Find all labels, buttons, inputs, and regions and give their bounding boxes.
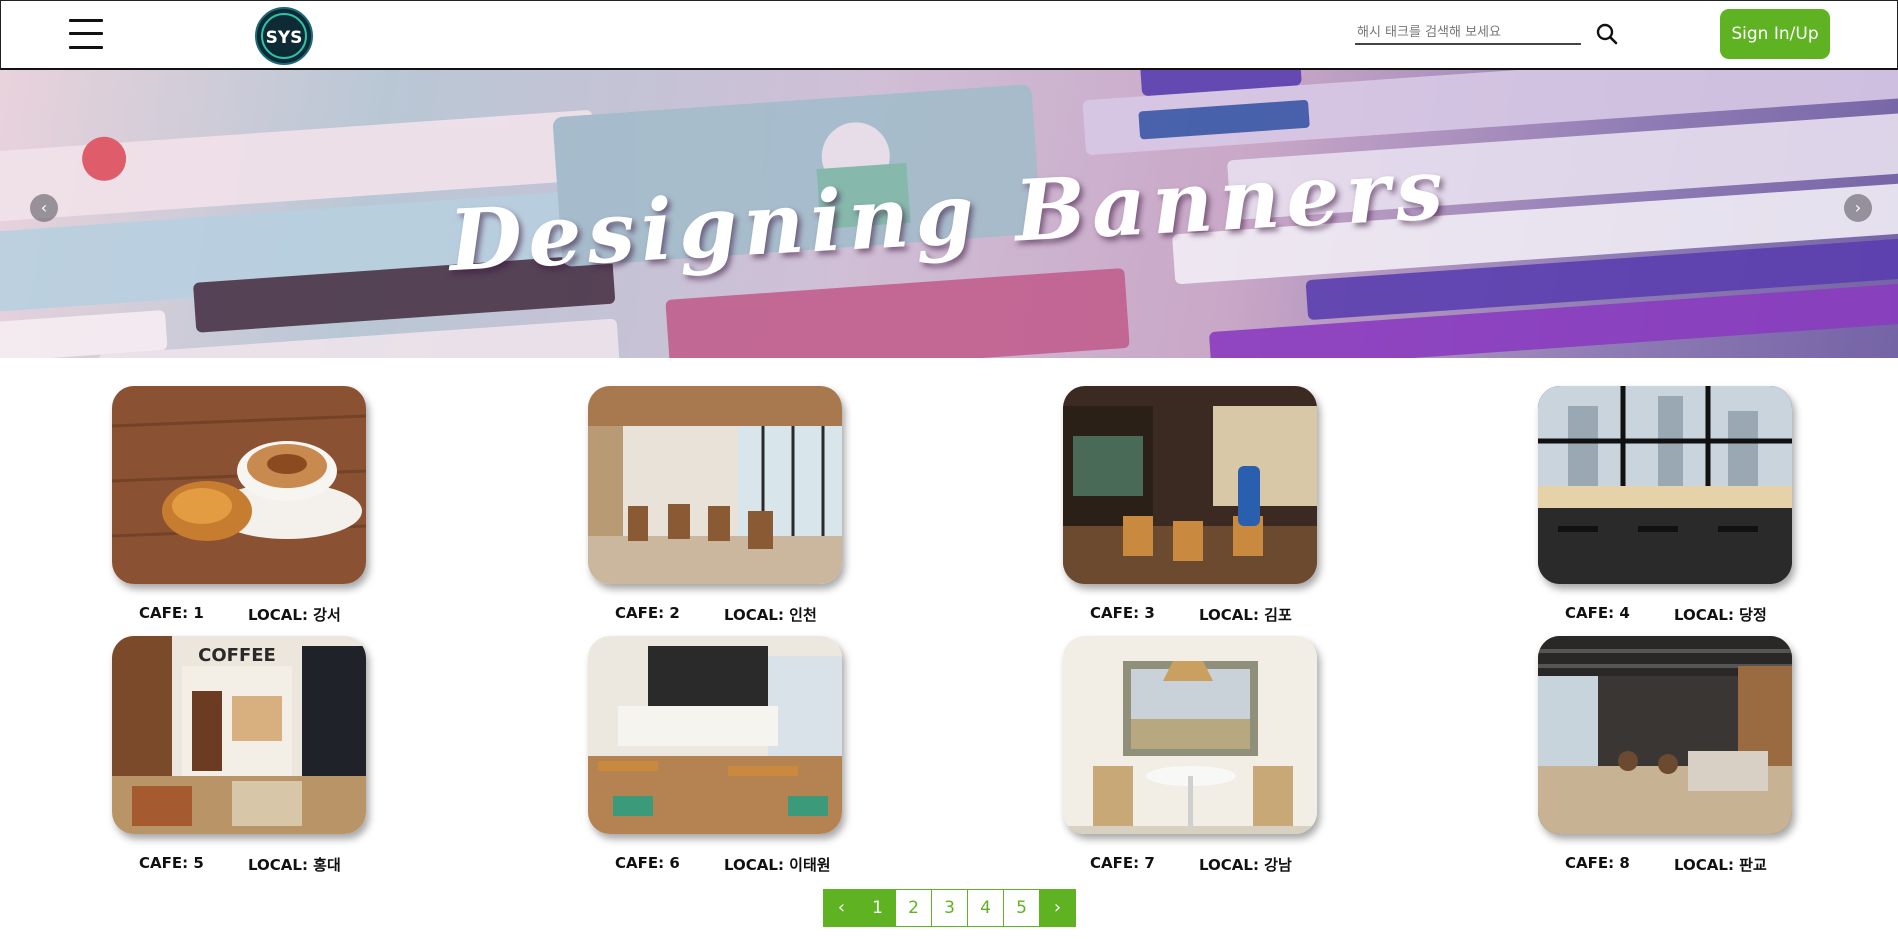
search-icon[interactable] (1595, 22, 1619, 46)
page-5-button[interactable]: 5 (1003, 889, 1040, 927)
page-3-button[interactable]: 3 (931, 889, 968, 927)
page-4-button[interactable]: 4 (967, 889, 1004, 927)
cafe-photo[interactable] (1063, 636, 1317, 834)
cafe-card[interactable]: CAFE: 4 LOCAL: 당정 (1538, 386, 1798, 624)
cafe-photo[interactable] (588, 636, 842, 834)
cafe-number: CAFE: 8 (1565, 854, 1630, 872)
svg-text:COFFEE: COFFEE (198, 645, 276, 666)
prev-page-button[interactable]: ‹ (823, 889, 860, 927)
page-1-button[interactable]: 1 (859, 889, 896, 927)
cafe-card[interactable]: CAFE: 2 LOCAL: 인천 (588, 386, 848, 624)
page-2-button[interactable]: 2 (895, 889, 932, 927)
next-page-button[interactable]: › (1039, 889, 1076, 927)
pagination: ‹ 1 2 3 4 5 › (823, 889, 1076, 927)
cafe-location: LOCAL: 인천 (724, 606, 817, 624)
cafe-photo[interactable]: COFFEE (112, 636, 366, 834)
cafe-number: CAFE: 7 (1090, 854, 1155, 872)
cafe-card[interactable]: COFFEE CAFE: 5 LOCAL: 홍대 (112, 636, 372, 874)
banner-next-button[interactable]: › (1844, 194, 1872, 222)
sign-in-up-button[interactable]: Sign In/Up (1720, 9, 1830, 59)
cafe-photo[interactable] (1538, 386, 1792, 584)
cafe-location: LOCAL: 이태원 (724, 856, 831, 874)
cafe-number: CAFE: 1 (139, 604, 204, 622)
cafe-card[interactable]: CAFE: 8 LOCAL: 판교 (1538, 636, 1798, 874)
logo-text: SYS (266, 28, 303, 48)
search-box (1355, 21, 1581, 45)
cafe-card[interactable]: CAFE: 7 LOCAL: 강남 (1063, 636, 1323, 874)
cafe-location: LOCAL: 강서 (248, 606, 341, 624)
cafe-card[interactable]: CAFE: 1 LOCAL: 강서 (112, 386, 372, 624)
cafe-location: LOCAL: 강남 (1199, 856, 1292, 874)
cafe-card[interactable]: CAFE: 3 LOCAL: 김포 (1063, 386, 1323, 624)
cafe-number: CAFE: 4 (1565, 604, 1630, 622)
cafe-photo[interactable] (1538, 636, 1792, 834)
cafe-number: CAFE: 3 (1090, 604, 1155, 622)
hero-banner: Designing Banners ‹ › (0, 70, 1898, 358)
site-logo[interactable]: SYS (254, 6, 314, 66)
cafe-number: CAFE: 2 (615, 604, 680, 622)
cafe-card[interactable]: CAFE: 6 LOCAL: 이태원 (588, 636, 848, 874)
cafe-photo[interactable] (112, 386, 366, 584)
cafe-number: CAFE: 5 (139, 854, 204, 872)
top-header: SYS Sign In/Up (0, 0, 1898, 70)
cafe-location: LOCAL: 홍대 (248, 856, 341, 874)
cafe-photo[interactable] (1063, 386, 1317, 584)
cafe-location: LOCAL: 당정 (1674, 606, 1767, 624)
cafe-location: LOCAL: 김포 (1199, 606, 1292, 624)
cafe-location: LOCAL: 판교 (1674, 856, 1767, 874)
menu-icon[interactable] (69, 18, 103, 50)
banner-prev-button[interactable]: ‹ (30, 194, 58, 222)
search-input[interactable] (1355, 21, 1581, 44)
cafe-number: CAFE: 6 (615, 854, 680, 872)
cafe-photo[interactable] (588, 386, 842, 584)
